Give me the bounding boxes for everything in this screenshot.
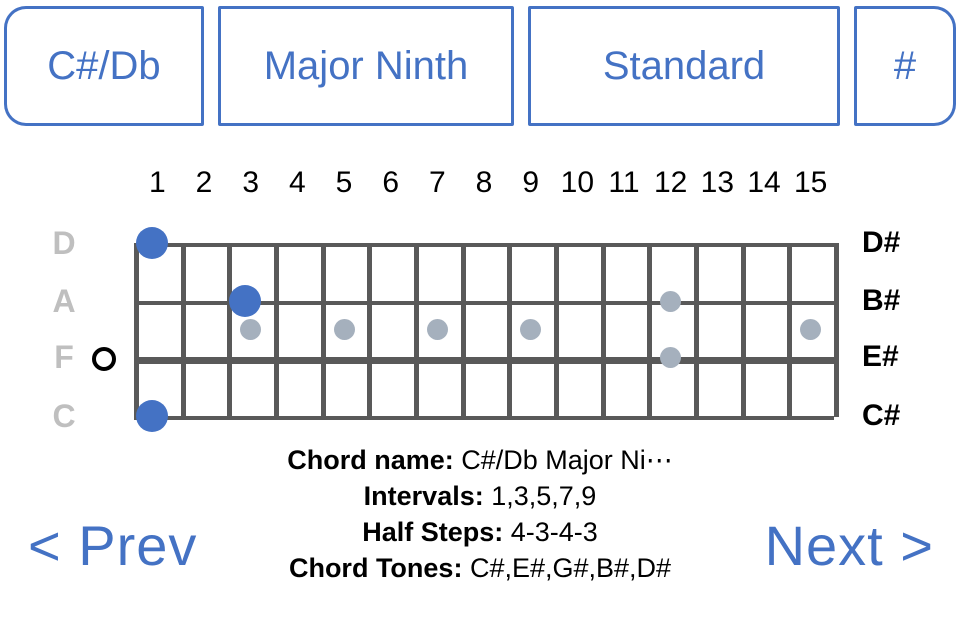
fret-line xyxy=(274,243,279,417)
chord-diagram-app: C#/Db Major Ninth Standard # 1 2 3 4 5 6 7 8 9 10… xyxy=(0,0,960,640)
string-line xyxy=(134,243,834,247)
fret-line xyxy=(507,243,512,417)
chord-tone-dot xyxy=(136,400,168,432)
chord-info-value: C#/Db Major Ni⋯ xyxy=(453,445,673,475)
string-label-right: E# xyxy=(862,340,899,373)
string-label-left: F xyxy=(54,339,74,375)
fret-number: 4 xyxy=(288,166,306,199)
fret-line xyxy=(321,243,326,417)
chord-info-value: C#,E#,G#,B#,D# xyxy=(462,553,672,583)
fret-inlay-dot xyxy=(333,319,355,340)
fret-inlay-dot xyxy=(427,319,448,340)
fret-number: 10 xyxy=(560,166,595,199)
fretboard-grid xyxy=(134,243,839,420)
string-label-left: D xyxy=(52,225,76,261)
fret-number: 2 xyxy=(195,166,213,199)
chord-info-value: 1,3,5,7,9 xyxy=(483,481,597,511)
fret-number: 12 xyxy=(653,166,688,199)
string-label-right: B# xyxy=(862,284,901,317)
fret-number: 11 xyxy=(608,166,640,199)
fret-number: 13 xyxy=(700,166,735,199)
fret-number: 3 xyxy=(242,166,259,199)
chord-tone-dot xyxy=(136,227,168,259)
fret-number: 7 xyxy=(428,166,446,199)
fret-line xyxy=(554,243,559,417)
next-chord-button[interactable]: Next > xyxy=(765,518,934,574)
fret-number: 5 xyxy=(335,166,353,199)
fret-number: 6 xyxy=(382,166,399,199)
chord-info-label: Intervals: xyxy=(363,481,484,511)
string-label-right: C# xyxy=(862,399,901,432)
fret-number: 14 xyxy=(747,166,781,199)
chord-info-value: 4-3-4-3 xyxy=(503,517,598,547)
fret-line xyxy=(227,243,232,417)
string-label-right: D# xyxy=(862,226,901,259)
open-string-marker xyxy=(92,347,116,371)
chord-type-selector[interactable]: Major Ninth xyxy=(218,6,514,126)
prev-chord-button[interactable]: < Prev xyxy=(28,518,197,574)
fret-line xyxy=(181,243,186,417)
string-label-left: C xyxy=(52,398,76,434)
fretboard: DAFC D# B# E# C# xyxy=(0,210,960,440)
fret-number: 15 xyxy=(793,166,828,199)
fret-line xyxy=(134,243,139,417)
chord-info-label: Chord Tones: xyxy=(288,553,463,583)
fret-line xyxy=(647,243,652,417)
selector-bar: C#/Db Major Ninth Standard # xyxy=(4,6,956,126)
accidental-selector[interactable]: # xyxy=(854,6,956,126)
fret-line xyxy=(461,243,466,417)
chord-info-row: Chord name: C#/Db Major Ni⋯ xyxy=(0,442,960,478)
fret-number: 1 xyxy=(148,166,166,199)
fret-number-row: 1 2 3 4 5 6 7 8 9 10 11 12 13 14 15 xyxy=(120,166,842,200)
fret-number: 9 xyxy=(522,166,539,199)
fret-number: 8 xyxy=(475,166,493,199)
root-note-selector[interactable]: C#/Db xyxy=(4,6,204,126)
fret-line xyxy=(414,243,419,417)
fret-line xyxy=(787,243,792,417)
fret-line xyxy=(601,243,606,417)
string-line xyxy=(134,416,834,420)
chord-info-row: Intervals: 1,3,5,7,9 xyxy=(0,478,960,514)
fret-line xyxy=(367,243,372,417)
fret-line xyxy=(741,243,746,417)
fret-line xyxy=(834,243,839,417)
string-line xyxy=(134,357,834,364)
fret-line xyxy=(694,243,699,417)
chord-info-label: Chord name: xyxy=(287,445,454,475)
string-label-left: A xyxy=(52,283,76,319)
tuning-selector[interactable]: Standard xyxy=(528,6,840,126)
chord-info-label: Half Steps: xyxy=(362,517,504,547)
